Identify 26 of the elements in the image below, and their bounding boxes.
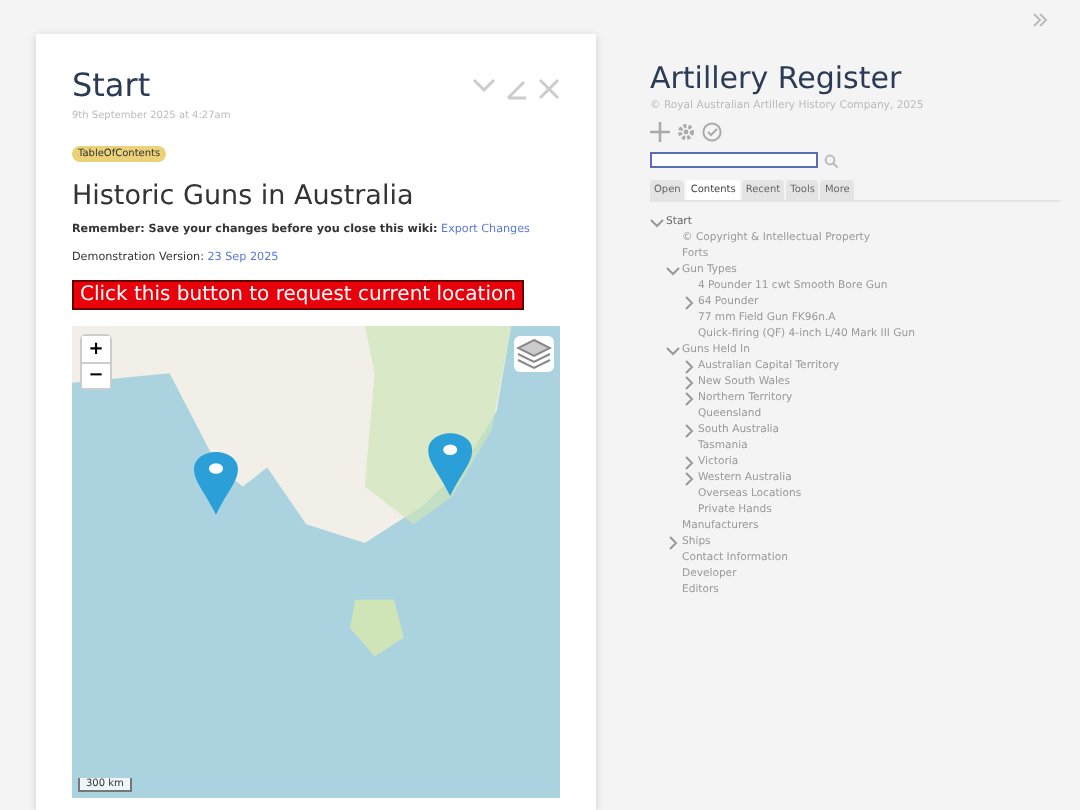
check-circle-icon[interactable] [702, 122, 722, 142]
chevron-right-icon[interactable] [682, 455, 696, 469]
chevron-right-icon[interactable] [666, 535, 680, 549]
search-icon[interactable] [824, 153, 838, 167]
chevron-right-icon[interactable] [682, 375, 696, 389]
chevron-right-icon[interactable] [682, 423, 696, 437]
zoom-out-button[interactable]: − [82, 362, 110, 388]
chevron-down-icon[interactable] [666, 263, 680, 277]
close-icon[interactable] [538, 78, 560, 100]
gear-icon[interactable] [676, 122, 696, 142]
chevron-right-icon[interactable] [682, 359, 696, 373]
search-field[interactable] [650, 152, 818, 168]
chevron-right-icon[interactable] [682, 295, 696, 309]
chevron-right-icon[interactable] [1032, 12, 1048, 28]
chevron-down-icon[interactable] [472, 78, 496, 94]
pencil-icon[interactable] [506, 78, 528, 100]
plus-icon[interactable] [650, 122, 670, 142]
story-title: Start [72, 66, 151, 104]
chevron-right-icon[interactable] [682, 391, 696, 405]
site-title: Artillery Register [650, 60, 904, 96]
location-button[interactable]: Click this button to request current location [72, 280, 524, 310]
chevron-right-icon[interactable] [682, 471, 696, 485]
chevron-down-icon[interactable] [666, 343, 680, 357]
layers-icon[interactable] [516, 338, 552, 370]
chevron-down-icon[interactable] [650, 215, 664, 229]
story-heading: Historic Guns in Australia [72, 180, 416, 212]
